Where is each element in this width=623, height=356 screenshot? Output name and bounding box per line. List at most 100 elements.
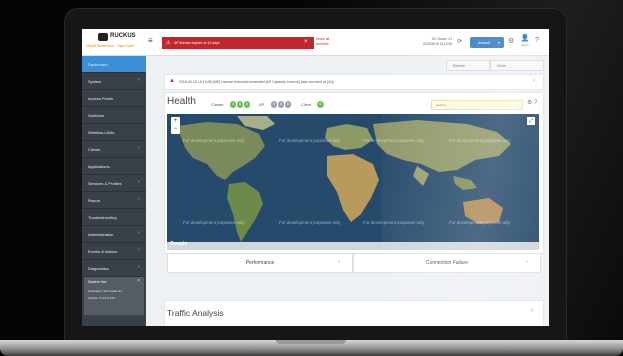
sidebar-item-label: Events & Alarms	[88, 249, 118, 254]
sidebar-item-label: Wireless LANs	[88, 130, 115, 135]
traffic-analysis-panel[interactable]: Traffic Analysis ›	[164, 300, 544, 326]
sidebar-item-label: Access Points	[88, 96, 114, 101]
mode-button[interactable]: Mode	[490, 60, 544, 71]
sidebar-item-label: Report	[88, 198, 101, 203]
cluster-label: Cluster	[211, 102, 224, 107]
cluster-count-2[interactable]: 0	[237, 101, 243, 108]
refresh-button[interactable]: Refresh	[446, 60, 490, 71]
dog-icon	[98, 33, 108, 41]
chevron-right-icon: ›	[526, 259, 528, 265]
ap-count-2[interactable]: 0	[278, 101, 284, 108]
health-search-select[interactable]: Search	[431, 100, 523, 110]
sidebar: Dashboard System › Access Points Switche…	[82, 56, 146, 326]
cluster-count-3[interactable]: 0	[244, 101, 250, 108]
cluster-info: SZ Cluster: 41 2018/06/18 15:14:08	[412, 37, 452, 46]
zoom-out-button[interactable]: −	[171, 125, 180, 133]
toolbar: Refresh Mode	[150, 60, 545, 71]
alert-text: AP license expires in 10 days	[174, 41, 220, 45]
sidebar-item-dashboard[interactable]: Dashboard	[82, 56, 146, 73]
sidebar-item-diagnostics[interactable]: Diagnostics ›	[82, 260, 146, 277]
hamburger-icon[interactable]: ≡	[148, 37, 156, 45]
map-watermark: For development purposes only	[449, 138, 511, 143]
map-watermark: For development purposes only	[279, 138, 341, 143]
system-info-panel: System Info × Hostname: SZ-Cluster-41 Ve…	[84, 277, 144, 315]
chevron-right-icon: ›	[138, 179, 140, 185]
chevron-right-icon: ›	[138, 77, 140, 83]
tab-connection-failure[interactable]: Connection Failure ›	[353, 253, 541, 273]
user-icon: 👤	[520, 35, 530, 42]
health-title: Health	[167, 96, 196, 107]
zoom-in-button[interactable]: +	[171, 117, 180, 125]
show-all-licenses-link[interactable]: Show all licenses	[316, 37, 329, 46]
sidebar-item-access-points[interactable]: Access Points	[82, 90, 146, 107]
chevron-right-icon: ›	[138, 145, 140, 151]
fullscreen-icon[interactable]: ⤢	[527, 117, 535, 125]
sidebar-item-label: Services & Profiles	[88, 181, 122, 186]
world-map[interactable]: + − ⤢ For development purposes only For …	[167, 114, 539, 250]
sidebar-item-report[interactable]: Report ›	[82, 192, 146, 209]
sidebar-item-applications[interactable]: Applications	[82, 158, 146, 175]
sidebar-item-label: Diagnostics	[88, 266, 109, 271]
domain-label: default	[478, 40, 491, 45]
laptop-notch	[276, 340, 346, 344]
user-name: admin	[521, 43, 529, 47]
chevron-down-icon: ▾	[498, 40, 501, 45]
ruckus-logo[interactable]: RUCKUS Virtual SmartZone · High Scale	[86, 32, 146, 52]
client-label: Client	[301, 102, 312, 107]
ap-count-3[interactable]: 0	[285, 101, 291, 108]
sidebar-item-switches[interactable]: Switches	[82, 107, 146, 124]
app-screen: RUCKUS Virtual SmartZone · High Scale ≡ …	[82, 29, 549, 326]
sidebar-item-clients[interactable]: Clients ›	[82, 141, 146, 158]
chevron-right-icon: ›	[138, 196, 140, 202]
sidebar-item-troubleshooting[interactable]: Troubleshooting	[82, 209, 146, 226]
map-watermark: For development purposes only	[183, 138, 245, 143]
sidebar-item-system[interactable]: System ›	[82, 73, 146, 90]
chevron-right-icon: ›	[138, 264, 140, 270]
map-attribution[interactable]: Map data ©2018 · Terms of Use	[487, 244, 522, 247]
sidebar-item-label: Clients	[88, 147, 101, 152]
laptop-base	[0, 340, 623, 356]
refresh-icon[interactable]: ⟳	[457, 38, 462, 45]
map-watermark: For development purposes only	[449, 220, 511, 225]
hostname-row: Hostname: SZ-Cluster-41	[88, 289, 123, 293]
sidebar-item-events-alarms[interactable]: Events & Alarms ›	[82, 243, 146, 260]
domain-select-button[interactable]: default ▾	[470, 37, 504, 48]
sidebar-item-services-profiles[interactable]: Services & Profiles ›	[82, 175, 146, 192]
gear-icon[interactable]: ⚙	[508, 37, 514, 45]
tab-performance[interactable]: Performance ›	[167, 253, 353, 273]
show-all-line1: Show all	[316, 37, 330, 41]
logo-text: RUCKUS	[110, 33, 136, 39]
sidebar-item-label: Administration	[88, 232, 114, 237]
license-alert-bar[interactable]: ⚠ AP license expires in 10 days ×	[162, 37, 314, 49]
zoom-controls[interactable]: + −	[171, 117, 180, 134]
help-icon[interactable]: ?	[535, 37, 539, 44]
health-panel: Health Cluster 1 0 0 AP 0 0 0 Client 0 S…	[164, 92, 544, 273]
close-icon[interactable]: ×	[304, 39, 308, 45]
map-watermark: For development purposes only	[363, 138, 425, 143]
client-count[interactable]: 0	[317, 101, 324, 108]
cluster-count-1[interactable]: 1	[230, 101, 236, 108]
ap-count-1[interactable]: 0	[271, 101, 277, 108]
show-all-line2: licenses	[316, 41, 329, 46]
map-svg	[167, 114, 539, 250]
chevron-right-icon: ›	[338, 259, 340, 265]
notice-text: 2018-06-18 15:14:08 [WE] License thresho…	[179, 80, 334, 84]
warning-icon: ⚠	[166, 40, 171, 46]
sidebar-item-label: Switches	[88, 113, 105, 118]
ap-label: AP	[259, 102, 265, 107]
google-logo: Google	[170, 241, 188, 247]
alarm-notice[interactable]: ▲ 2018-06-18 15:14:08 [WE] License thres…	[164, 74, 544, 90]
refresh-label: Refresh	[453, 64, 466, 68]
sidebar-item-wireless-lans[interactable]: Wireless LANs	[82, 124, 146, 141]
settings-icon[interactable]: ⚙ ?	[527, 99, 537, 106]
antarctica	[167, 242, 539, 250]
system-info-title: System Info	[88, 280, 107, 284]
close-icon[interactable]: ×	[137, 278, 140, 284]
main-content: Refresh Mode ▲ 2018-06-18 15:14:08 [WE] …	[150, 56, 549, 326]
chevron-right-icon: ›	[138, 247, 140, 253]
select-placeholder: Search	[436, 103, 446, 107]
sidebar-item-administration[interactable]: Administration ›	[82, 226, 146, 243]
tab-label: Performance	[245, 260, 275, 266]
chevron-right-icon: ›	[533, 78, 535, 84]
user-menu[interactable]: 👤 admin	[520, 35, 530, 49]
